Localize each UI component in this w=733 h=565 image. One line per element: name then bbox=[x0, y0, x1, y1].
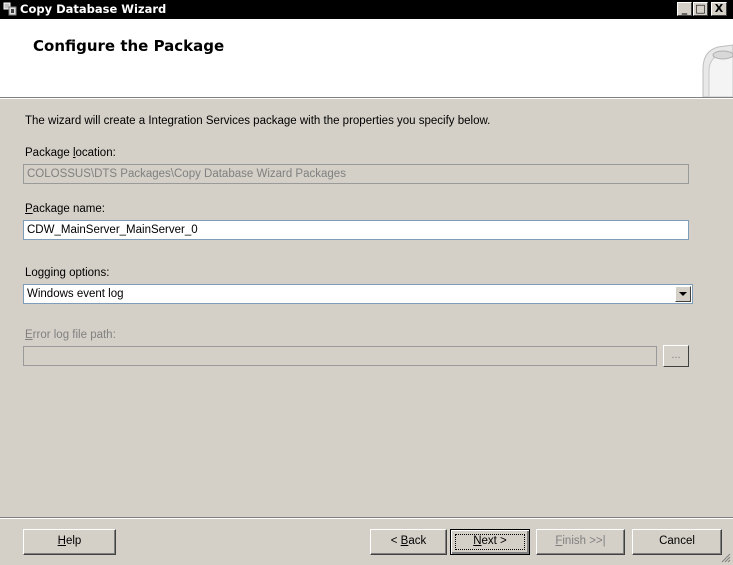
wizard-app-icon[interactable] bbox=[3, 2, 17, 16]
window-title: Copy Database Wizard bbox=[20, 2, 167, 16]
header-divider bbox=[0, 98, 733, 99]
help-button[interactable]: Help bbox=[23, 529, 116, 555]
minimize-button[interactable]: _ bbox=[677, 2, 692, 16]
error-log-path-field[interactable] bbox=[23, 346, 657, 366]
logging-selected-value: Windows event log bbox=[27, 288, 124, 300]
close-button[interactable]: X bbox=[711, 2, 727, 16]
next-button[interactable]: Next > bbox=[450, 529, 530, 555]
logging-options-select[interactable]: Windows event log bbox=[23, 284, 693, 304]
resize-grip-icon[interactable] bbox=[721, 553, 731, 563]
package-name-label: Package name: bbox=[25, 203, 105, 215]
cancel-button[interactable]: Cancel bbox=[632, 529, 722, 555]
footer-separator bbox=[0, 517, 733, 519]
wizard-header: Configure the Package bbox=[0, 19, 733, 98]
title-bar[interactable]: Copy Database Wizard _ □ X bbox=[0, 0, 733, 19]
error-log-path-label: Error log file path: bbox=[25, 329, 116, 341]
package-location-field[interactable]: COLOSSUS\DTS Packages\Copy Database Wiza… bbox=[23, 164, 689, 184]
browse-button[interactable]: ... bbox=[663, 345, 689, 367]
logging-options-label: Logging options: bbox=[25, 267, 110, 279]
package-location-label: Package location: bbox=[25, 147, 116, 159]
intro-text: The wizard will create a Integration Ser… bbox=[25, 115, 491, 127]
finish-button[interactable]: Finish >>| bbox=[536, 529, 625, 555]
wizard-window: Copy Database Wizard _ □ X Configure the… bbox=[0, 0, 733, 565]
maximize-button[interactable]: □ bbox=[693, 2, 708, 16]
wizard-graphic-icon bbox=[702, 44, 733, 97]
back-button[interactable]: < Back bbox=[370, 529, 447, 555]
chevron-down-icon[interactable] bbox=[675, 286, 691, 302]
page-title: Configure the Package bbox=[33, 37, 225, 55]
package-name-input[interactable]: CDW_MainServer_MainServer_0 bbox=[23, 220, 689, 240]
focus-rectangle bbox=[455, 534, 525, 550]
